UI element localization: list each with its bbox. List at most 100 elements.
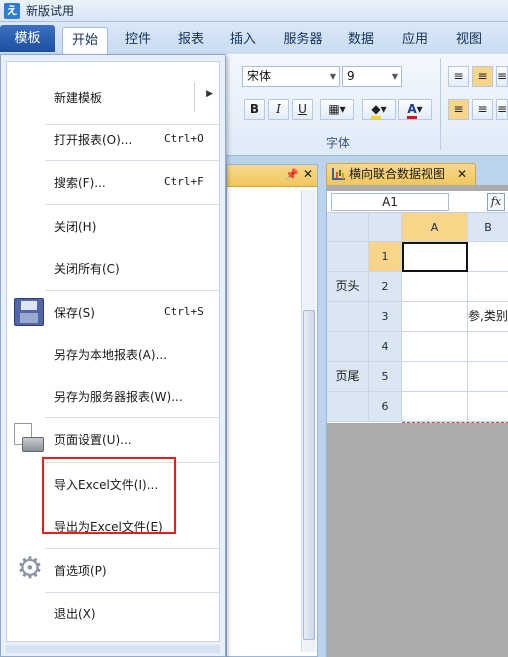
- font-name-select[interactable]: 宋体 ▼: [242, 66, 340, 87]
- menu-body: 新建模板 ▶ 打开报表(O)... Ctrl+O 搜索(F)... Ctrl+F…: [6, 61, 220, 642]
- cell-a5[interactable]: [402, 362, 468, 392]
- function-icon[interactable]: fx: [487, 193, 505, 211]
- excel-items-highlight-box: [42, 457, 176, 534]
- window-title: 新版试用: [26, 4, 75, 18]
- tab-data[interactable]: 数据: [340, 27, 382, 54]
- cell-a4[interactable]: [402, 332, 468, 362]
- gear-icon: ⚙: [16, 551, 44, 586]
- bold-button[interactable]: B: [244, 99, 265, 120]
- align-left-button[interactable]: ≡: [448, 99, 469, 120]
- menu-item-shortcut: Ctrl+F: [164, 175, 204, 188]
- formula-bar: A1 fx: [327, 191, 508, 213]
- align-bottom-button[interactable]: ≡: [496, 66, 508, 87]
- chevron-down-icon: ▼: [391, 72, 398, 81]
- group-separator: [440, 58, 441, 150]
- font-name-value: 宋体: [247, 69, 272, 83]
- menu-item-preferences[interactable]: ⚙ 首选项(P): [7, 549, 219, 591]
- underline-button[interactable]: U: [292, 99, 313, 120]
- menu-item-save-as-server[interactable]: 另存为服务器报表(W)...: [7, 375, 219, 417]
- row-header[interactable]: 4: [369, 332, 402, 362]
- menu-item-save-as-local[interactable]: 另存为本地报表(A)...: [7, 333, 219, 375]
- menu-item-search[interactable]: 搜索(F)... Ctrl+F: [7, 161, 219, 203]
- menu-item-label: 另存为服务器报表(W)...: [54, 390, 183, 404]
- close-icon[interactable]: ✕: [457, 164, 467, 185]
- band-cell[interactable]: 页头: [327, 272, 369, 302]
- cell-reference-box[interactable]: A1: [331, 193, 449, 211]
- tab-document[interactable]: 横向联合数据视图 ✕: [326, 163, 476, 185]
- menu-item-close[interactable]: 关闭(H): [7, 205, 219, 247]
- menu-footer: [6, 645, 220, 653]
- row-header[interactable]: 2: [369, 272, 402, 302]
- align-top-button[interactable]: ≡: [448, 66, 469, 87]
- band-cell[interactable]: [327, 392, 369, 422]
- align-right-button[interactable]: ≡: [496, 99, 508, 120]
- fill-color-button[interactable]: ◆▾: [362, 99, 396, 120]
- cell-b6[interactable]: [468, 392, 508, 422]
- tab-apply[interactable]: 应用: [394, 27, 436, 54]
- vertical-scrollbar[interactable]: [301, 190, 316, 652]
- close-icon[interactable]: ✕: [303, 167, 313, 181]
- tab-insert[interactable]: 插入: [222, 27, 264, 54]
- template-menu-button[interactable]: 模板: [0, 25, 55, 52]
- row-header[interactable]: 3: [369, 302, 402, 332]
- band-cell[interactable]: [327, 242, 369, 272]
- align-right-icon: ≡: [497, 102, 508, 116]
- align-center-icon: ≡: [477, 102, 488, 116]
- row-header-corner: [369, 213, 402, 242]
- tab-view[interactable]: 视图: [448, 27, 490, 54]
- cell-a1[interactable]: [402, 242, 468, 272]
- cell-a6[interactable]: [402, 392, 468, 422]
- menu-item-close-all[interactable]: 关闭所有(C): [7, 247, 219, 289]
- menu-item-save[interactable]: 保存(S) Ctrl+S: [7, 291, 219, 333]
- pin-icon[interactable]: 📌: [285, 168, 299, 181]
- column-header-b[interactable]: B: [468, 213, 508, 242]
- cell-b2[interactable]: [468, 272, 508, 302]
- cell-b3[interactable]: 参,类别: [468, 302, 508, 332]
- menu-item-label: 关闭(H): [54, 220, 97, 234]
- ribbon-tab-bar: 模板 开始 控件 报表 插入 服务器 数据 应用 视图: [0, 22, 508, 54]
- scrollbar-thumb[interactable]: [303, 310, 315, 640]
- band-cell[interactable]: [327, 332, 369, 362]
- border-button[interactable]: ▦▾: [320, 99, 354, 120]
- cell-b1[interactable]: [468, 242, 508, 272]
- tab-server[interactable]: 服务器: [278, 27, 328, 54]
- menu-item-label: 退出(X): [54, 607, 96, 621]
- menu-item-open-report[interactable]: 打开报表(O)... Ctrl+O: [7, 118, 219, 160]
- cell-b5[interactable]: [468, 362, 508, 392]
- row-header[interactable]: 1: [369, 242, 402, 272]
- menu-item-label: 首选项(P): [54, 564, 107, 578]
- menu-item-shortcut: Ctrl+S: [164, 305, 204, 318]
- menu-item-label: 保存(S): [54, 306, 95, 320]
- cell-a3[interactable]: [402, 302, 468, 332]
- chart-icon: [332, 168, 345, 180]
- tab-controls[interactable]: 控件: [116, 27, 160, 54]
- menu-item-label: 搜索(F)...: [54, 176, 106, 190]
- document-tab-title: 横向联合数据视图: [349, 167, 446, 181]
- menu-item-label: 打开报表(O)...: [54, 133, 133, 147]
- floppy-disk-icon: [14, 298, 44, 326]
- font-color-icon: A: [407, 102, 417, 119]
- tab-start[interactable]: 开始: [62, 27, 108, 54]
- italic-button[interactable]: I: [268, 99, 289, 120]
- page-break-line: [402, 422, 508, 423]
- menu-item-shortcut: Ctrl+O: [164, 132, 204, 145]
- font-group-label: 字体: [326, 136, 351, 150]
- row-header[interactable]: 5: [369, 362, 402, 392]
- font-color-button[interactable]: A▾: [398, 99, 432, 120]
- column-header-a[interactable]: A: [402, 213, 468, 242]
- cell-a2[interactable]: [402, 272, 468, 302]
- menu-item-new-template[interactable]: 新建模板 ▶: [7, 76, 219, 118]
- corner-cell[interactable]: [327, 213, 369, 242]
- row-header[interactable]: 6: [369, 392, 402, 422]
- align-middle-icon: ≡: [477, 69, 488, 83]
- tab-report[interactable]: 报表: [170, 27, 212, 54]
- align-center-button[interactable]: ≡: [472, 99, 493, 120]
- band-cell[interactable]: 页尾: [327, 362, 369, 392]
- menu-item-exit[interactable]: 退出(X): [7, 592, 219, 634]
- template-dropdown-menu: 新建模板 ▶ 打开报表(O)... Ctrl+O 搜索(F)... Ctrl+F…: [0, 54, 226, 657]
- align-middle-button[interactable]: ≡: [472, 66, 493, 87]
- cell-b4[interactable]: [468, 332, 508, 362]
- menu-item-page-setup[interactable]: 页面设置(U)...: [7, 418, 219, 460]
- font-size-select[interactable]: 9 ▼: [342, 66, 402, 87]
- band-cell[interactable]: [327, 302, 369, 332]
